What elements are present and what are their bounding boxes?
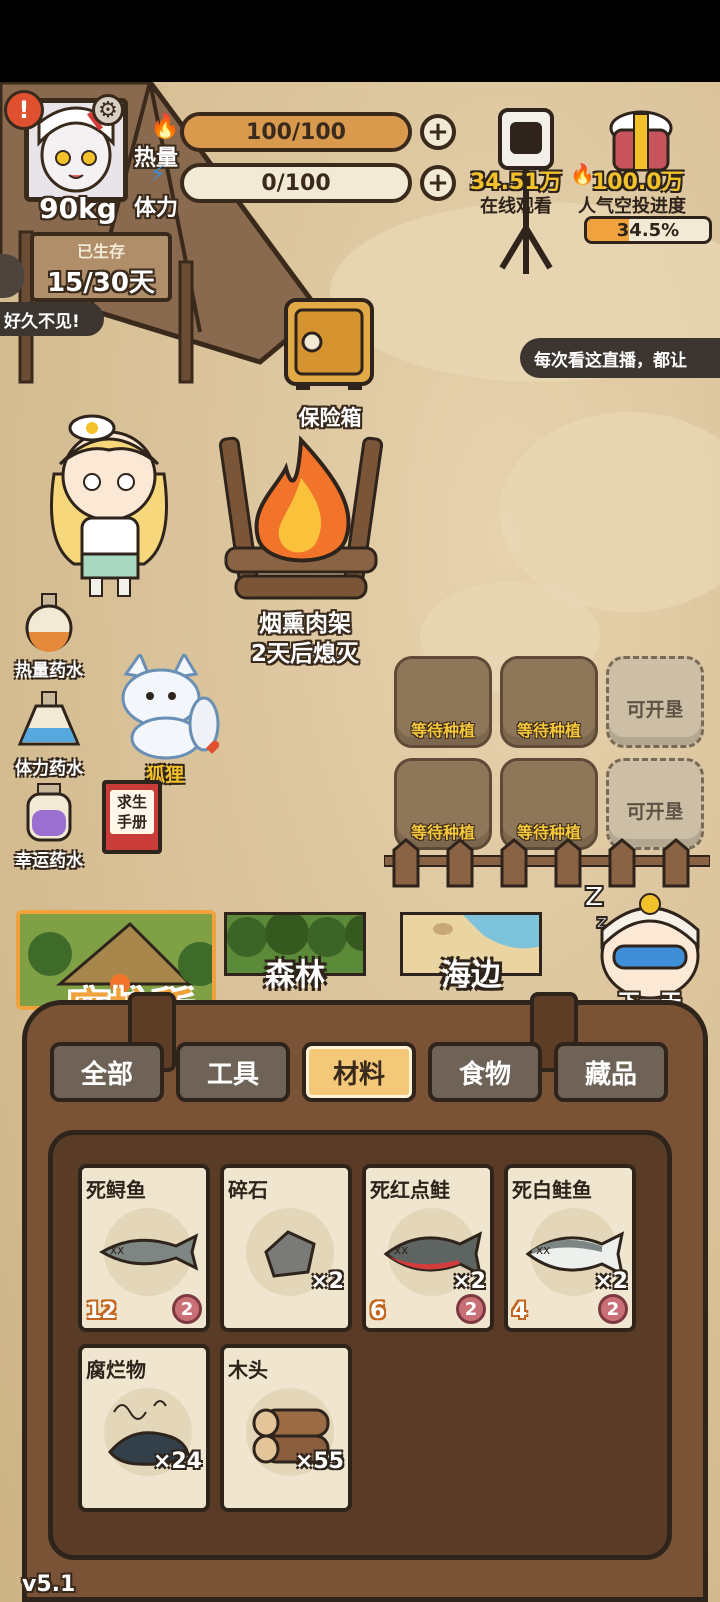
tab-all[interactable]: 全部	[50, 1042, 164, 1102]
version-label: v5.1	[22, 1572, 76, 1597]
inventory-tabs: 全部 工具 材料 食物 藏品	[48, 1042, 672, 1106]
smoking-rack-campfire[interactable]	[216, 428, 386, 608]
tab-materials[interactable]: 材料	[302, 1042, 416, 1102]
farm-plot[interactable]: 等待种植	[394, 656, 492, 748]
item-quantity: ×2	[594, 1269, 628, 1294]
item-quantity: ×2	[310, 1269, 344, 1294]
girl-character-icon	[50, 414, 168, 597]
farm-plot-label: 等待种植	[516, 721, 581, 740]
safe-box[interactable]	[282, 296, 376, 394]
dead-sturgeon-icon: xx	[99, 1233, 199, 1271]
heat-icon: 🔥	[150, 112, 180, 140]
settings-gear-icon[interactable]: ⚙	[92, 94, 124, 126]
add-stamina-button[interactable]: +	[420, 165, 456, 201]
survival-manual-label: 求生手册	[110, 790, 154, 834]
inventory-grid: 死鲟鱼 xx 12 2 碎石 ×2 死红点鲑 xx ×2 6 2 死白鲑鱼 xx…	[78, 1164, 648, 1528]
svg-text:xx: xx	[536, 1243, 550, 1257]
fox-icon	[121, 650, 220, 760]
item-name: 死红点鲑	[370, 1178, 450, 1202]
fox-pet[interactable]	[106, 650, 222, 760]
svg-text:xx: xx	[110, 1243, 124, 1257]
item-name: 碎石	[228, 1178, 268, 1202]
item-calories: 6	[370, 1299, 386, 1324]
airdrop-progress-value: 34.5%	[616, 219, 680, 241]
campfire-status: 2天后熄灭	[250, 641, 359, 667]
item-quantity: ×55	[294, 1449, 344, 1474]
stamina-potion[interactable]: 体力药水	[6, 690, 92, 779]
inventory-item-card[interactable]: 死红点鲑 xx ×2 6 2	[362, 1164, 494, 1332]
farm-plot-grid: 等待种植 等待种植 可开垦 等待种植 等待种植 可开垦	[392, 654, 710, 854]
luck-potion-label: 幸运药水	[15, 851, 83, 871]
farm-plot[interactable]: 等待种植	[500, 656, 598, 748]
item-calories: 12	[86, 1299, 117, 1324]
item-freshness-badge: 2	[456, 1294, 486, 1324]
inventory-item-card[interactable]: 木头 ×55	[220, 1344, 352, 1512]
girl-character[interactable]	[34, 414, 184, 600]
heat-bar: 100/100	[180, 112, 412, 152]
location-forest-label: 森林	[265, 958, 325, 993]
heat-potion[interactable]: 热量药水	[6, 592, 92, 681]
alert-icon[interactable]: !	[4, 90, 44, 130]
viewers-label: 在线观看	[480, 196, 552, 217]
stamina-label: 体力	[134, 196, 179, 221]
airdrop-progress-bar: 34.5%	[584, 216, 712, 244]
survival-manual-button[interactable]: 求生手册	[102, 780, 162, 854]
campfire-name: 烟熏肉架	[259, 611, 351, 637]
days-survived-panel: 已生存 15/30天	[30, 232, 172, 302]
popularity-label: 人气空投进度	[578, 196, 686, 217]
inventory-item-card[interactable]: 死白鲑鱼 xx ×2 4 2	[504, 1164, 636, 1332]
popularity-flame-icon: 🔥	[570, 162, 595, 186]
heat-potion-label: 热量药水	[15, 661, 83, 681]
luck-potion[interactable]: 幸运药水	[6, 782, 92, 871]
tab-tools[interactable]: 工具	[176, 1042, 290, 1102]
tab-collectibles[interactable]: 藏品	[554, 1042, 668, 1102]
stamina-icon: ⚡	[150, 162, 166, 187]
inventory-item-card[interactable]: 死鲟鱼 xx 12 2	[78, 1164, 210, 1332]
farm-plot-label: 可开垦	[626, 699, 684, 721]
safe-icon	[284, 298, 374, 390]
item-name: 木头	[228, 1358, 268, 1382]
svg-text:xx: xx	[394, 1243, 408, 1257]
inventory-item-card[interactable]: 碎石 ×2	[220, 1164, 352, 1332]
heat-value: 100/100	[246, 119, 346, 145]
days-survived-value: 15/30天	[47, 268, 155, 298]
inventory-item-card[interactable]: 腐烂物 ×24	[78, 1344, 210, 1512]
stamina-potion-icon	[17, 691, 81, 746]
player-weight: 90kg	[39, 192, 117, 225]
campfire-icon	[218, 435, 384, 600]
item-quantity: ×2	[452, 1269, 486, 1294]
tab-food[interactable]: 食物	[428, 1042, 542, 1102]
stamina-value: 0/100	[261, 170, 331, 196]
location-beach-label: 海边	[441, 958, 501, 993]
chat-marquee: 每次看这直播，都让	[520, 338, 720, 378]
status-bar	[0, 0, 720, 82]
farm-plot-label: 可开垦	[626, 801, 684, 823]
days-survived-label: 已生存	[76, 242, 125, 261]
farm-plot-locked[interactable]: 可开垦	[606, 656, 704, 748]
farm-plot-label: 等待种植	[410, 721, 475, 740]
stamina-potion-label: 体力药水	[15, 759, 83, 779]
stamina-bar: 0/100	[180, 163, 412, 203]
item-freshness-badge: 2	[172, 1294, 202, 1324]
item-name: 死白鲑鱼	[512, 1178, 592, 1202]
heat-potion-icon	[25, 593, 73, 652]
item-quantity: ×24	[152, 1449, 202, 1474]
item-calories: 4	[512, 1299, 528, 1324]
speech-bubble: 好久不见!	[0, 302, 104, 336]
item-name: 死鲟鱼	[86, 1178, 146, 1202]
item-name: 腐烂物	[86, 1358, 146, 1382]
item-freshness-badge: 2	[598, 1294, 628, 1324]
luck-potion-icon	[26, 783, 72, 842]
add-heat-button[interactable]: +	[420, 114, 456, 150]
